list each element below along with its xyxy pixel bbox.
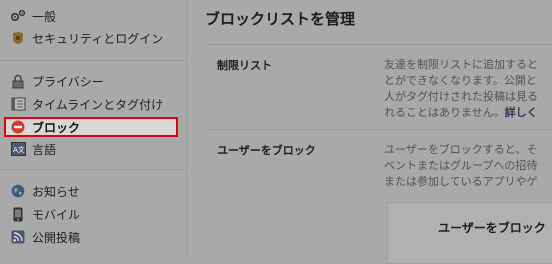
sidebar-item-mobile[interactable]: モバイル (10, 204, 186, 224)
sidebar-item-notifications[interactable]: お知らせ (10, 181, 186, 201)
sidebar-item-label: お知らせ (32, 184, 80, 199)
sidebar-item-label: タイムラインとタグ付け (32, 97, 164, 112)
restricted-list-label: 制限リスト (217, 59, 272, 72)
sidebar-item-security[interactable]: セキュリティとログイン (10, 28, 186, 48)
block-users-label: ユーザーをブロック (217, 144, 316, 157)
globe-icon (10, 183, 26, 199)
sidebar-item-privacy[interactable]: プライバシー (10, 71, 186, 91)
section-divider (205, 129, 552, 130)
learn-more-link[interactable]: 詳しく (505, 106, 538, 119)
sidebar-divider (0, 60, 186, 61)
svg-text:A文: A文 (13, 145, 25, 154)
lock-icon (10, 73, 26, 89)
mobile-icon (10, 206, 26, 222)
settings-sidebar: 一般 セキュリティとログイン プライバシー タイムラインとタグ付け ブロック A… (0, 0, 186, 256)
block-users-panel: ユーザーをブロック (387, 202, 552, 264)
sidebar-item-general[interactable]: 一般 (10, 6, 186, 26)
timeline-icon (10, 96, 26, 112)
sidebar-item-block[interactable]: ブロック (4, 117, 178, 137)
security-badge-icon (10, 30, 26, 46)
language-icon: A文 (10, 141, 26, 157)
block-users-panel-title: ユーザーをブロック (438, 221, 546, 235)
restricted-list-description: 友達を制限リストに追加すると とができなくなります。公開と 人がタグ付けされた投… (384, 58, 538, 119)
sidebar-item-language[interactable]: A文 言語 (10, 139, 186, 159)
sidebar-item-label: 一般 (32, 9, 57, 24)
title-divider (205, 44, 552, 45)
sidebar-item-label: ブロック (32, 120, 81, 135)
sidebar-item-label: セキュリティとログイン (32, 31, 164, 46)
page-title: ブロックリストを管理 (205, 10, 356, 28)
sidebar-item-label: 公開投稿 (32, 230, 81, 245)
rss-icon (10, 229, 26, 245)
sidebar-item-label: プライバシー (32, 74, 104, 89)
sidebar-item-public-posts[interactable]: 公開投稿 (10, 227, 186, 247)
block-users-description: ユーザーをブロックすると、そ ベントまたはグループへの招待 または参加しているア… (384, 143, 538, 188)
main-content: ブロックリストを管理 制限リスト 友達を制限リストに追加すると とができなくなり… (187, 0, 552, 264)
gears-icon (10, 8, 26, 24)
sidebar-item-label: 言語 (32, 142, 57, 157)
sidebar-item-label: モバイル (32, 207, 81, 222)
block-icon (10, 119, 26, 135)
sidebar-item-timeline[interactable]: タイムラインとタグ付け (10, 94, 186, 114)
sidebar-divider (0, 169, 186, 170)
